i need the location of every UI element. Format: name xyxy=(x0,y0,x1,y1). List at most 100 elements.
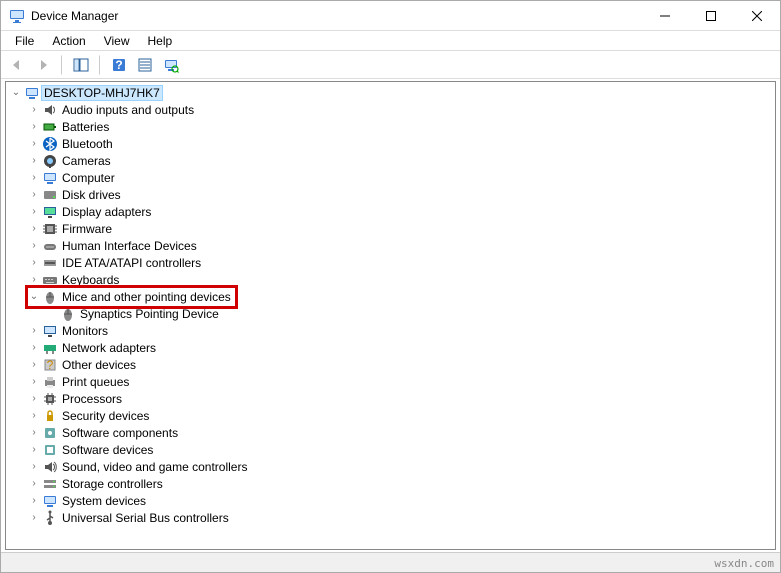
expander-icon[interactable]: › xyxy=(28,478,40,489)
menu-help[interactable]: Help xyxy=(140,32,181,50)
tree-item-usb[interactable]: ›Universal Serial Bus controllers xyxy=(10,509,775,526)
tree-item-ide[interactable]: › IDE ATA/ATAPI controllers xyxy=(10,254,775,271)
tree-item-label: Display adapters xyxy=(60,205,153,219)
expander-icon[interactable]: › xyxy=(28,121,40,132)
usb-icon xyxy=(42,510,58,526)
tree-item-system[interactable]: ›System devices xyxy=(10,492,775,509)
audio-icon xyxy=(42,102,58,118)
tree-item-processors[interactable]: ›Processors xyxy=(10,390,775,407)
tree-item-firmware[interactable]: ›Firmware xyxy=(10,220,775,237)
properties-button[interactable] xyxy=(133,53,157,77)
help-button[interactable]: ? xyxy=(107,53,131,77)
tree-item-monitors[interactable]: ›Monitors xyxy=(10,322,775,339)
expander-icon[interactable]: › xyxy=(28,495,40,506)
tree-item-mice[interactable]: ⌄ Mice and other pointing devices xyxy=(10,288,775,305)
show-hide-console-button[interactable] xyxy=(69,53,93,77)
tree-item-label: Audio inputs and outputs xyxy=(60,103,196,117)
app-icon xyxy=(9,8,25,24)
expander-icon[interactable]: › xyxy=(28,461,40,472)
bluetooth-icon xyxy=(42,136,58,152)
ide-icon xyxy=(42,255,58,271)
firmware-icon xyxy=(42,221,58,237)
svg-text:?: ? xyxy=(47,358,54,372)
tree-item-label: Human Interface Devices xyxy=(60,239,199,253)
expander-icon[interactable]: › xyxy=(28,393,40,404)
status-bar xyxy=(1,552,780,572)
tree-item-label: IDE ATA/ATAPI controllers xyxy=(60,256,203,270)
menu-bar: File Action View Help xyxy=(1,31,780,51)
mice-icon xyxy=(42,289,58,305)
maximize-button[interactable] xyxy=(688,1,734,31)
tree-item-label: Mice and other pointing devices xyxy=(60,290,233,304)
other-icon: ? xyxy=(42,357,58,373)
tree-item-label: Batteries xyxy=(60,120,111,134)
tree-item-computer[interactable]: › Computer xyxy=(10,169,775,186)
expander-icon[interactable]: › xyxy=(28,376,40,387)
tree-item-batteries[interactable]: › Batteries xyxy=(10,118,775,135)
monitors-icon xyxy=(42,323,58,339)
close-button[interactable] xyxy=(734,1,780,31)
tree-item-label: Security devices xyxy=(60,409,151,423)
tree-item-softcomp[interactable]: ›Software components xyxy=(10,424,775,441)
tree-item-softdev[interactable]: › Software devices xyxy=(10,441,775,458)
expander-icon[interactable]: › xyxy=(28,189,40,200)
menu-action[interactable]: Action xyxy=(44,32,93,50)
tree-item-diskdrives[interactable]: ›Disk drives xyxy=(10,186,775,203)
tree-item-hid[interactable]: › Human Interface Devices xyxy=(10,237,775,254)
tree-item-printq[interactable]: › Print queues xyxy=(10,373,775,390)
synaptics-icon xyxy=(60,306,76,322)
minimize-button[interactable] xyxy=(642,1,688,31)
expander-icon[interactable]: › xyxy=(28,342,40,353)
tree-item-root[interactable]: ⌄ DESKTOP-MHJ7HK7 xyxy=(10,84,775,101)
tree-item-cameras[interactable]: ›Cameras xyxy=(10,152,775,169)
sound-icon xyxy=(42,459,58,475)
forward-button[interactable] xyxy=(31,53,55,77)
tree-item-network[interactable]: › Network adapters xyxy=(10,339,775,356)
tree-item-label: Network adapters xyxy=(60,341,158,355)
expander-icon[interactable]: › xyxy=(28,410,40,421)
menu-file[interactable]: File xyxy=(7,32,42,50)
tree-item-synaptics[interactable]: Synaptics Pointing Device xyxy=(10,305,775,322)
expander-icon[interactable]: ⌄ xyxy=(28,291,40,302)
tree-item-label: DESKTOP-MHJ7HK7 xyxy=(42,86,162,100)
expander-icon[interactable]: › xyxy=(28,155,40,166)
security-icon xyxy=(42,408,58,424)
tree-item-bluetooth[interactable]: › Bluetooth xyxy=(10,135,775,152)
scan-hardware-button[interactable] xyxy=(159,53,183,77)
expander-icon[interactable]: › xyxy=(28,274,40,285)
tree-item-label: Bluetooth xyxy=(60,137,115,151)
tree-item-security[interactable]: › Security devices xyxy=(10,407,775,424)
tree-item-display[interactable]: › Display adapters xyxy=(10,203,775,220)
tree-item-label: Software devices xyxy=(60,443,155,457)
tree-item-audio[interactable]: › Audio inputs and outputs xyxy=(10,101,775,118)
expander-icon[interactable]: › xyxy=(28,138,40,149)
tree-panel: ⌄ DESKTOP-MHJ7HK7 › Audio inputs and output… xyxy=(5,81,776,550)
expander-icon[interactable]: › xyxy=(28,223,40,234)
expander-icon[interactable]: › xyxy=(28,325,40,336)
network-icon xyxy=(42,340,58,356)
expander-icon[interactable]: ⌄ xyxy=(10,87,22,98)
tree-item-label: Print queues xyxy=(60,375,131,389)
back-button[interactable] xyxy=(5,53,29,77)
watermark: wsxdn.com xyxy=(714,557,774,570)
expander-icon[interactable]: › xyxy=(28,512,40,523)
expander-icon[interactable]: › xyxy=(28,359,40,370)
expander-icon[interactable]: › xyxy=(28,427,40,438)
tree-item-label: Sound, video and game controllers xyxy=(60,460,249,474)
title-bar: Device Manager xyxy=(1,1,780,31)
expander-icon[interactable]: › xyxy=(28,172,40,183)
display-icon xyxy=(42,204,58,220)
expander-icon[interactable]: › xyxy=(28,444,40,455)
expander-icon[interactable]: › xyxy=(28,240,40,251)
tree-item-label: Computer xyxy=(60,171,117,185)
tree-item-storage[interactable]: › Storage controllers xyxy=(10,475,775,492)
menu-view[interactable]: View xyxy=(96,32,138,50)
tree-item-other[interactable]: ›?Other devices xyxy=(10,356,775,373)
expander-icon[interactable]: › xyxy=(28,206,40,217)
device-tree[interactable]: ⌄ DESKTOP-MHJ7HK7 › Audio inputs and output… xyxy=(6,82,775,549)
tree-item-sound[interactable]: › Sound, video and game controllers xyxy=(10,458,775,475)
expander-icon[interactable]: › xyxy=(28,257,40,268)
tree-item-label: Storage controllers xyxy=(60,477,165,491)
processors-icon xyxy=(42,391,58,407)
expander-icon[interactable]: › xyxy=(28,104,40,115)
